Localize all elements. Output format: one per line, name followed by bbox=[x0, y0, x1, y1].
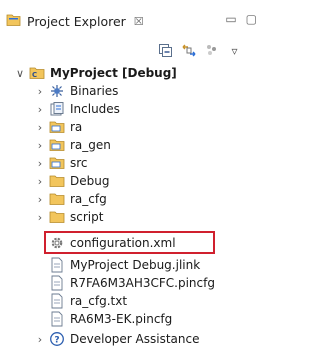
view-menu-glyph: ▿ bbox=[231, 43, 238, 58]
tree-item-label: src bbox=[70, 156, 88, 170]
svg-text:?: ? bbox=[54, 336, 59, 346]
expand-toggle-icon[interactable]: ∨ bbox=[14, 64, 26, 82]
tree-item-label: Includes bbox=[70, 102, 120, 116]
collapse-all-icon[interactable] bbox=[157, 42, 174, 59]
tree-item-ra6m3-ek-pincfg[interactable]: RA6M3-EK.pincfg bbox=[34, 310, 172, 328]
tree-item-label: ra_cfg bbox=[70, 192, 107, 206]
tree-item-label: ra_cfg.txt bbox=[70, 294, 128, 308]
tree-item-ra-cfg[interactable]: › ra_cfg bbox=[34, 190, 107, 208]
expand-toggle-icon[interactable]: › bbox=[34, 154, 46, 172]
file-icon bbox=[48, 256, 66, 274]
tree-item-jlink[interactable]: MyProject Debug.jlink bbox=[34, 256, 200, 274]
tree-item-ra-gen[interactable]: › ra_gen bbox=[34, 136, 111, 154]
expand-toggle-icon[interactable]: › bbox=[34, 330, 46, 347]
expand-toggle-icon[interactable]: › bbox=[34, 82, 46, 100]
project-explorer-tab[interactable]: Project Explorer ☒ bbox=[6, 12, 144, 30]
file-icon bbox=[48, 274, 66, 292]
source-folder-icon bbox=[48, 136, 66, 154]
binaries-icon bbox=[48, 82, 66, 100]
expand-toggle-icon[interactable]: › bbox=[34, 118, 46, 136]
tree-item-label: ra bbox=[70, 120, 83, 134]
file-icon bbox=[48, 310, 66, 328]
tree-item-label: RA6M3-EK.pincfg bbox=[70, 312, 173, 326]
expand-toggle-spacer bbox=[34, 234, 46, 252]
expand-toggle-spacer bbox=[34, 292, 46, 310]
minimize-icon[interactable]: ▭ bbox=[225, 12, 236, 26]
tree-item-binaries[interactable]: › Binaries bbox=[34, 82, 119, 100]
expand-toggle-spacer bbox=[34, 310, 46, 328]
file-icon bbox=[48, 292, 66, 310]
tree-item-label: Debug bbox=[70, 174, 110, 188]
tree-item-label: R7FA6M3AH3CFC.pincfg bbox=[70, 276, 215, 290]
expand-toggle-icon[interactable]: › bbox=[34, 136, 46, 154]
tree-item-script[interactable]: › script bbox=[34, 208, 104, 226]
tree-item-src[interactable]: › src bbox=[34, 154, 88, 172]
project-explorer-icon bbox=[6, 12, 22, 30]
expand-toggle-icon[interactable]: › bbox=[34, 208, 46, 226]
help-icon: ? bbox=[48, 330, 66, 347]
includes-icon bbox=[48, 100, 66, 118]
source-folder-icon bbox=[48, 118, 66, 136]
tree-item-ra-cfg-txt[interactable]: ra_cfg.txt bbox=[34, 292, 127, 310]
folder-icon bbox=[48, 172, 66, 190]
svg-text:C: C bbox=[32, 71, 37, 79]
tree-item-label: ra_gen bbox=[70, 138, 111, 152]
project-icon: C bbox=[28, 64, 46, 82]
expand-toggle-icon[interactable]: › bbox=[34, 172, 46, 190]
expand-toggle-icon[interactable]: › bbox=[34, 190, 46, 208]
tree-item-r7fa6m3-pincfg[interactable]: R7FA6M3AH3CFC.pincfg bbox=[34, 274, 215, 292]
expand-toggle-spacer bbox=[34, 256, 46, 274]
source-folder-icon bbox=[48, 154, 66, 172]
tree-item-project[interactable]: ∨ C MyProject [Debug] bbox=[14, 64, 177, 82]
gear-file-icon bbox=[48, 234, 66, 252]
tree-item-debug[interactable]: › Debug bbox=[34, 172, 110, 190]
maximize-icon[interactable]: ▢ bbox=[246, 12, 257, 26]
folder-icon bbox=[48, 208, 66, 226]
view-title: Project Explorer bbox=[27, 13, 126, 29]
tree-item-label: script bbox=[70, 210, 104, 224]
tree-item-configuration-xml[interactable]: configuration.xml bbox=[34, 234, 176, 252]
tree-item-label: Binaries bbox=[70, 84, 119, 98]
folder-icon bbox=[48, 190, 66, 208]
view-toolbar: ▿ bbox=[157, 42, 243, 59]
view-menu-icon[interactable]: ▿ bbox=[226, 42, 243, 59]
filter-icon[interactable] bbox=[203, 42, 220, 59]
tree-item-label: Developer Assistance bbox=[70, 332, 200, 346]
expand-toggle-icon[interactable]: › bbox=[34, 100, 46, 118]
tree-item-label: MyProject Debug.jlink bbox=[70, 258, 201, 272]
tree-item-ra[interactable]: › ra bbox=[34, 118, 83, 136]
close-view-icon[interactable]: ☒ bbox=[134, 15, 144, 28]
tree-item-includes[interactable]: › Includes bbox=[34, 100, 120, 118]
tree-item-developer-assistance[interactable]: › ? Developer Assistance bbox=[34, 330, 200, 347]
tree-item-label: configuration.xml bbox=[70, 236, 176, 250]
project-label: MyProject [Debug] bbox=[50, 66, 177, 80]
link-with-editor-icon[interactable] bbox=[180, 42, 197, 59]
expand-toggle-spacer bbox=[34, 274, 46, 292]
